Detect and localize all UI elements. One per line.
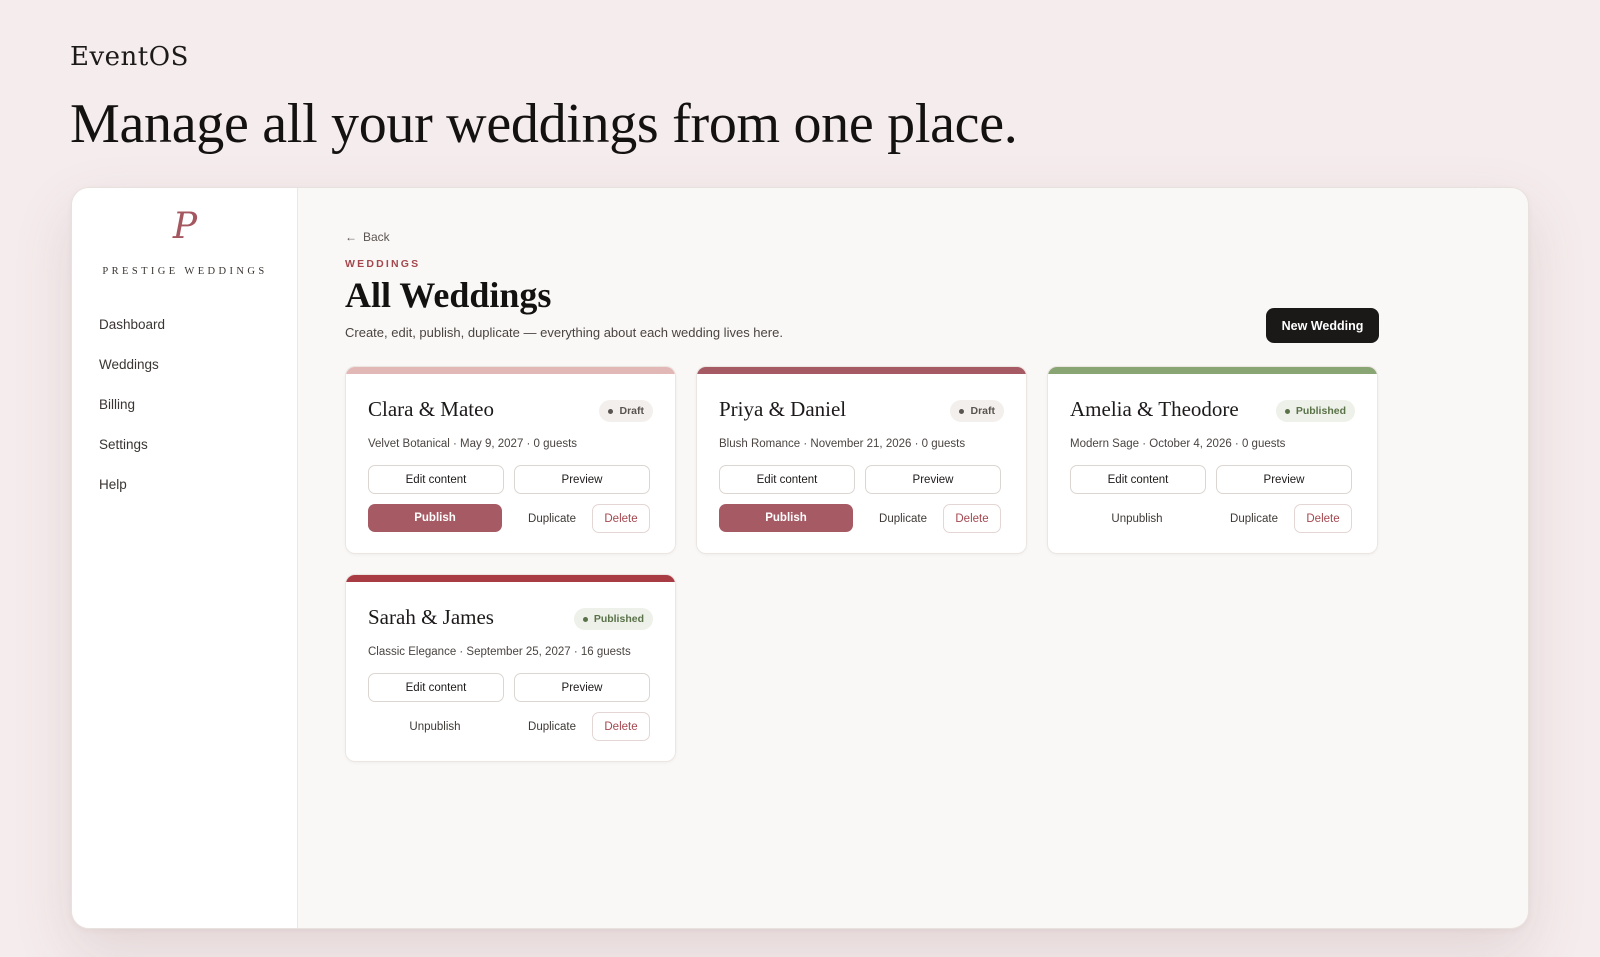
wedding-card: Amelia & Theodore Published Modern Sage … xyxy=(1047,366,1378,554)
edit-content-button[interactable]: Edit content xyxy=(368,673,504,702)
wedding-meta: Modern Sage · October 4, 2026 · 0 guests xyxy=(1070,438,1286,450)
duplicate-button[interactable]: Duplicate xyxy=(863,504,943,533)
status-badge: Published xyxy=(573,608,653,630)
card-color-bar xyxy=(346,575,675,582)
prestige-logo-icon: P xyxy=(172,206,198,247)
sidebar: P PRESTIGE WEDDINGS Dashboard Weddings B… xyxy=(72,188,298,928)
preview-button[interactable]: Preview xyxy=(514,465,650,494)
sidebar-item-dashboard[interactable]: Dashboard xyxy=(99,306,165,346)
publish-button[interactable]: Publish xyxy=(368,504,502,532)
back-arrow-icon: ← xyxy=(345,230,357,244)
section-eyebrow: WEDDINGS xyxy=(345,258,421,270)
edit-content-button[interactable]: Edit content xyxy=(368,465,504,494)
preview-button[interactable]: Preview xyxy=(865,465,1001,494)
status-label: Draft xyxy=(970,405,995,417)
delete-button[interactable]: Delete xyxy=(592,504,650,533)
status-label: Draft xyxy=(619,405,644,417)
status-badge: Draft xyxy=(599,400,653,422)
wedding-name: Sarah & James xyxy=(368,605,494,629)
sidebar-item-billing[interactable]: Billing xyxy=(99,386,165,426)
unpublish-button[interactable]: Unpublish xyxy=(1070,504,1204,533)
prestige-logo-text: PRESTIGE WEDDINGS xyxy=(102,266,268,277)
preview-button[interactable]: Preview xyxy=(514,673,650,702)
edit-content-button[interactable]: Edit content xyxy=(1070,465,1206,494)
status-dot-icon xyxy=(1284,408,1290,414)
wedding-name: Priya & Daniel xyxy=(719,397,847,421)
card-color-bar xyxy=(346,367,675,374)
main-content: ← Back WEDDINGS All Weddings Create, edit… xyxy=(298,188,1528,928)
wedding-meta: Blush Romance · November 21, 2026 · 0 gu… xyxy=(719,438,966,450)
hero-headline: Manage all your weddings from one place. xyxy=(70,93,1018,155)
sidebar-item-settings[interactable]: Settings xyxy=(99,426,165,466)
sidebar-item-weddings[interactable]: Weddings xyxy=(99,346,165,386)
sidebar-item-help[interactable]: Help xyxy=(99,466,165,506)
new-wedding-button[interactable]: New Wedding xyxy=(1266,308,1379,343)
duplicate-button[interactable]: Duplicate xyxy=(512,712,592,741)
wedding-meta: Velvet Botanical · May 9, 2027 · 0 guest… xyxy=(368,438,578,450)
status-label: Published xyxy=(593,613,644,625)
sidebar-nav: Dashboard Weddings Billing Settings Help xyxy=(99,306,165,506)
unpublish-button[interactable]: Unpublish xyxy=(368,712,502,741)
status-badge: Draft xyxy=(950,400,1004,422)
page-title: All Weddings xyxy=(345,275,552,315)
delete-button[interactable]: Delete xyxy=(943,504,1001,533)
back-link[interactable]: ← Back xyxy=(345,230,390,244)
wedding-card: Priya & Daniel Draft Blush Romance · Nov… xyxy=(696,366,1027,554)
wedding-meta: Classic Elegance · September 25, 2027 · … xyxy=(368,646,631,658)
edit-content-button[interactable]: Edit content xyxy=(719,465,855,494)
preview-button[interactable]: Preview xyxy=(1216,465,1352,494)
status-dot-icon xyxy=(582,616,588,622)
card-color-bar xyxy=(1048,367,1377,374)
delete-button[interactable]: Delete xyxy=(1294,504,1352,533)
page-subtitle: Create, edit, publish, duplicate — every… xyxy=(345,325,783,340)
wedding-name: Amelia & Theodore xyxy=(1070,397,1239,421)
wedding-name: Clara & Mateo xyxy=(368,397,494,421)
status-label: Published xyxy=(1295,405,1346,417)
wedding-card: Sarah & James Published Classic Elegance… xyxy=(345,574,676,762)
card-color-bar xyxy=(697,367,1026,374)
status-dot-icon xyxy=(959,408,965,414)
wedding-card: Clara & Mateo Draft Velvet Botanical · M… xyxy=(345,366,676,554)
duplicate-button[interactable]: Duplicate xyxy=(1214,504,1294,533)
status-dot-icon xyxy=(608,408,614,414)
status-badge: Published xyxy=(1275,400,1355,422)
eventos-brand: EventOS xyxy=(70,42,189,72)
duplicate-button[interactable]: Duplicate xyxy=(512,504,592,533)
publish-button[interactable]: Publish xyxy=(719,504,853,532)
app-window: P PRESTIGE WEDDINGS Dashboard Weddings B… xyxy=(71,187,1529,929)
delete-button[interactable]: Delete xyxy=(592,712,650,741)
back-label: Back xyxy=(363,230,390,244)
